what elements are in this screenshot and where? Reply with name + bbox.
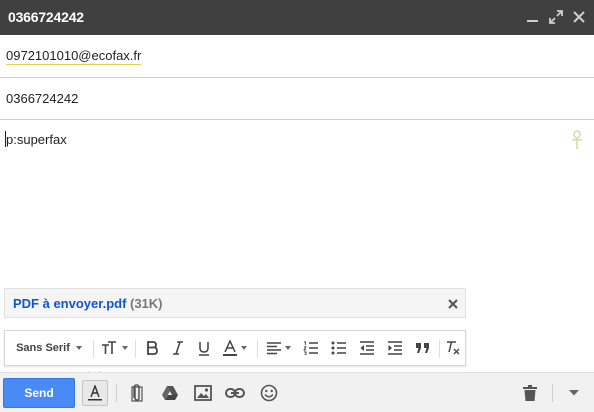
message-body[interactable]: p:superfax	[0, 121, 594, 286]
trash-icon[interactable]	[517, 380, 543, 406]
drive-icon[interactable]	[157, 380, 183, 406]
emoji-icon[interactable]	[256, 380, 282, 406]
body-text: p:superfax	[6, 132, 67, 147]
align-icon[interactable]	[261, 331, 295, 365]
link-icon[interactable]	[222, 380, 248, 406]
numbered-list-icon[interactable]	[297, 331, 325, 365]
compose-actions-bar: Send	[0, 372, 594, 412]
send-button[interactable]: Send	[3, 378, 75, 408]
formatting-icon[interactable]	[82, 380, 108, 406]
remove-formatting-icon[interactable]	[441, 331, 465, 365]
photo-icon[interactable]	[190, 380, 216, 406]
toolbar-pointer	[86, 365, 102, 378]
bold-icon[interactable]	[139, 331, 165, 365]
subject-field[interactable]: 0366724242	[0, 78, 594, 120]
subject-text: 0366724242	[6, 91, 79, 106]
formatting-toolbar: Sans Serif	[4, 330, 466, 366]
indent-less-icon[interactable]	[353, 331, 381, 365]
quote-icon[interactable]	[409, 331, 437, 365]
attachment-chip: PDF à envoyer.pdf (31K)	[4, 288, 466, 318]
attachment-name[interactable]: PDF à envoyer.pdf	[13, 296, 126, 311]
text-color-icon[interactable]	[217, 331, 253, 365]
more-options-icon[interactable]	[561, 380, 587, 406]
attachment-size: (31K)	[130, 296, 163, 311]
recipient-chip[interactable]: 0972101010@ecofax.fr	[6, 48, 142, 65]
font-size-icon[interactable]	[97, 331, 131, 365]
to-field[interactable]: 0972101010@ecofax.fr	[0, 35, 594, 78]
ankh-icon[interactable]	[570, 130, 584, 150]
window-title: 0366724242	[8, 9, 84, 25]
font-family-select[interactable]: Sans Serif	[9, 331, 89, 365]
remove-attachment-icon[interactable]	[447, 297, 459, 309]
indent-more-icon[interactable]	[381, 331, 409, 365]
compose-titlebar: 0366724242	[0, 0, 594, 35]
font-name: Sans Serif	[16, 342, 70, 354]
italic-icon[interactable]	[165, 331, 191, 365]
attach-icon[interactable]	[124, 380, 150, 406]
expand-icon[interactable]	[547, 8, 565, 26]
bulleted-list-icon[interactable]	[325, 331, 353, 365]
close-icon[interactable]	[570, 8, 588, 26]
underline-icon[interactable]	[191, 331, 217, 365]
minimize-icon[interactable]	[524, 8, 542, 26]
